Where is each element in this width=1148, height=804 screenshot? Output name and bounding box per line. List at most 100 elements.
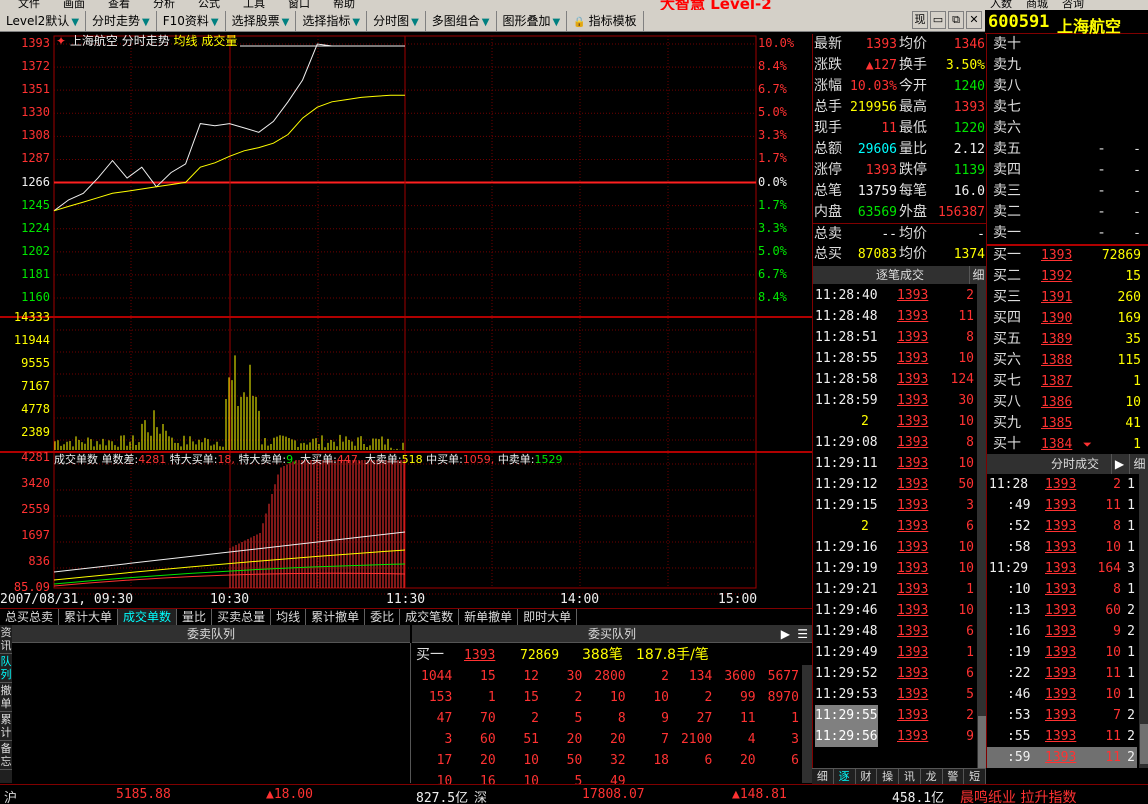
queue-side-tab[interactable]: 累计	[0, 712, 12, 741]
indicator-value: 1529	[534, 453, 563, 466]
dropdown-icon[interactable]: ▼	[482, 17, 490, 28]
tick-row: 11:29:56 1393 9	[813, 726, 975, 747]
play-icon[interactable]: ▶	[1111, 454, 1127, 474]
legend-type: 分时走势	[121, 34, 174, 48]
queue-side-tab[interactable]: 备忘	[0, 741, 12, 770]
mini-tab[interactable]: 财	[856, 769, 878, 784]
tick-scroll-thumb[interactable]	[978, 716, 986, 768]
tick-row: 11:29:48 1393 6	[813, 621, 975, 642]
level-qty: 35	[1125, 332, 1141, 347]
queue-side-tab[interactable]: 队列	[0, 654, 12, 683]
menu-right-item[interactable]: 咨询	[1062, 0, 1084, 10]
menu-item[interactable]: 公式	[198, 0, 220, 10]
menu-item[interactable]: 画面	[63, 0, 85, 10]
play-icon[interactable]: ▶	[781, 625, 790, 643]
quote-key: 总笔	[814, 183, 842, 199]
dropdown-icon[interactable]: ▼	[142, 17, 150, 28]
minute-scroll-thumb[interactable]	[1140, 724, 1148, 764]
toolbar-item[interactable]: F10资料 ▼	[157, 10, 226, 31]
indicator-tab[interactable]: 买卖总量	[212, 609, 272, 625]
queue-cell: 10	[523, 753, 539, 768]
quote-key: 均价	[899, 226, 927, 242]
minute-detail-button[interactable]: 细	[1129, 454, 1148, 474]
toolbar-item-label: 多图组合	[431, 13, 480, 28]
mini-tab[interactable]: 警	[943, 769, 965, 784]
minute-trade-qty: 10	[1105, 687, 1121, 702]
indicator-tab[interactable]: 即时大单	[518, 609, 578, 625]
mini-tab[interactable]: 龙	[921, 769, 943, 784]
toolbar-item[interactable]: 选择指标 ▼	[296, 10, 368, 31]
level-label: 卖九	[993, 57, 1021, 73]
mini-tab[interactable]: 操	[877, 769, 899, 784]
minute-scrollbar[interactable]	[1139, 474, 1148, 768]
queue-cell: 60	[480, 732, 496, 747]
minimize-icon[interactable]: ▭	[930, 11, 946, 29]
toolbar-item[interactable]: 图形叠加 ▼	[497, 10, 568, 31]
mini-tab[interactable]: 逐	[834, 769, 856, 784]
toolbar-item[interactable]: 多图组合 ▼	[426, 10, 497, 31]
current-button[interactable]: 现	[912, 11, 928, 29]
menu-item[interactable]: 工具	[243, 0, 265, 10]
dropdown-icon[interactable]: ▼	[553, 17, 561, 28]
tick-price: 1393	[897, 603, 929, 618]
indicator-tab[interactable]: 量比	[177, 609, 213, 625]
intraday-chart[interactable]: ✦ 上海航空 分时走势 均线 成交量 1393 1372 1351 1330 1308 12…	[0, 32, 812, 608]
queue-side-tab[interactable]: 资讯	[0, 625, 12, 654]
toolbar-item[interactable]: 分时图 ▼	[367, 10, 426, 31]
minute-trade-time: :16	[1007, 624, 1031, 639]
tick-qty: 5	[966, 687, 974, 702]
queue-summary-label: 买一	[416, 647, 444, 663]
menu-item[interactable]: 窗口	[288, 0, 310, 10]
level-qty: -	[1133, 163, 1141, 178]
toolbar-item[interactable]: 分时走势 ▼	[86, 10, 157, 31]
quote-value: --	[881, 227, 897, 242]
toolbar-item[interactable]: 选择股票 ▼	[226, 10, 297, 31]
quote-key: 总额	[814, 141, 842, 157]
buy-level-row: 买七 1387 1	[987, 371, 1148, 392]
indicator-tab[interactable]: 累计大单	[59, 609, 119, 625]
indicator-tab[interactable]: 累计撤单	[306, 609, 366, 625]
close-icon[interactable]: ✕	[966, 11, 982, 29]
menu-item[interactable]: 分析	[153, 0, 175, 10]
percent-axis-label: 1.7%	[758, 197, 787, 212]
queue-side-tab[interactable]: 撤单	[0, 683, 12, 712]
tick-row: 11:28:51 1393 8	[813, 327, 975, 348]
indicator-tab[interactable]: 成交单数	[118, 609, 178, 625]
tick-detail-button[interactable]: 细	[969, 266, 987, 284]
tick-row: 11:28:48 1393 11	[813, 306, 975, 327]
tick-price: 1393	[897, 666, 929, 681]
mini-tab[interactable]: 讯	[899, 769, 921, 784]
indicator-tab[interactable]: 委比	[365, 609, 401, 625]
indicator-tab[interactable]: 总买总卖	[0, 609, 60, 625]
menu-item[interactable]: 帮助	[333, 0, 355, 10]
dropdown-icon[interactable]: ▼	[411, 17, 419, 28]
queue-cell: 6	[791, 753, 799, 768]
dropdown-icon[interactable]: ▼	[71, 17, 79, 28]
tick-qty: 6	[966, 624, 974, 639]
price-axis-label: 1160	[21, 290, 50, 304]
mini-tab[interactable]: 细	[812, 769, 834, 784]
level-label: 卖二	[993, 204, 1021, 220]
menu-icon[interactable]: ☰	[797, 625, 808, 643]
indicator-tab[interactable]: 均线	[271, 609, 307, 625]
menu-right-item[interactable]: 入数	[990, 0, 1012, 10]
menu-item[interactable]: 文件	[18, 0, 40, 10]
indicator-tab[interactable]: 成交笔数	[400, 609, 460, 625]
stock-code[interactable]: 600591	[988, 12, 1049, 32]
dropdown-icon[interactable]: ▼	[352, 17, 360, 28]
toolbar-item[interactable]: Level2默认 ▼	[0, 10, 87, 31]
dropdown-icon[interactable]: ▼	[282, 17, 290, 28]
quote-key: 今开	[899, 78, 927, 94]
news-ticker[interactable]: 晨鸣纸业 拉升指数	[960, 787, 1076, 804]
indicator-tab[interactable]: 新单撤单	[459, 609, 519, 625]
expand-down-icon[interactable]: ⏷	[1083, 434, 1092, 455]
window-icon[interactable]: ⧉	[948, 11, 964, 29]
menu-item[interactable]: 查看	[108, 0, 130, 10]
quote-value: 1393	[953, 100, 985, 115]
menu-right-item[interactable]: 商城	[1026, 0, 1048, 10]
mini-tab[interactable]: 短	[964, 769, 986, 784]
queue-scrollbar[interactable]	[802, 665, 812, 783]
dropdown-icon[interactable]: ▼	[211, 17, 219, 28]
toolbar-item[interactable]: 🔒 指标模板	[567, 10, 644, 31]
queue-cell: 153	[428, 690, 453, 705]
